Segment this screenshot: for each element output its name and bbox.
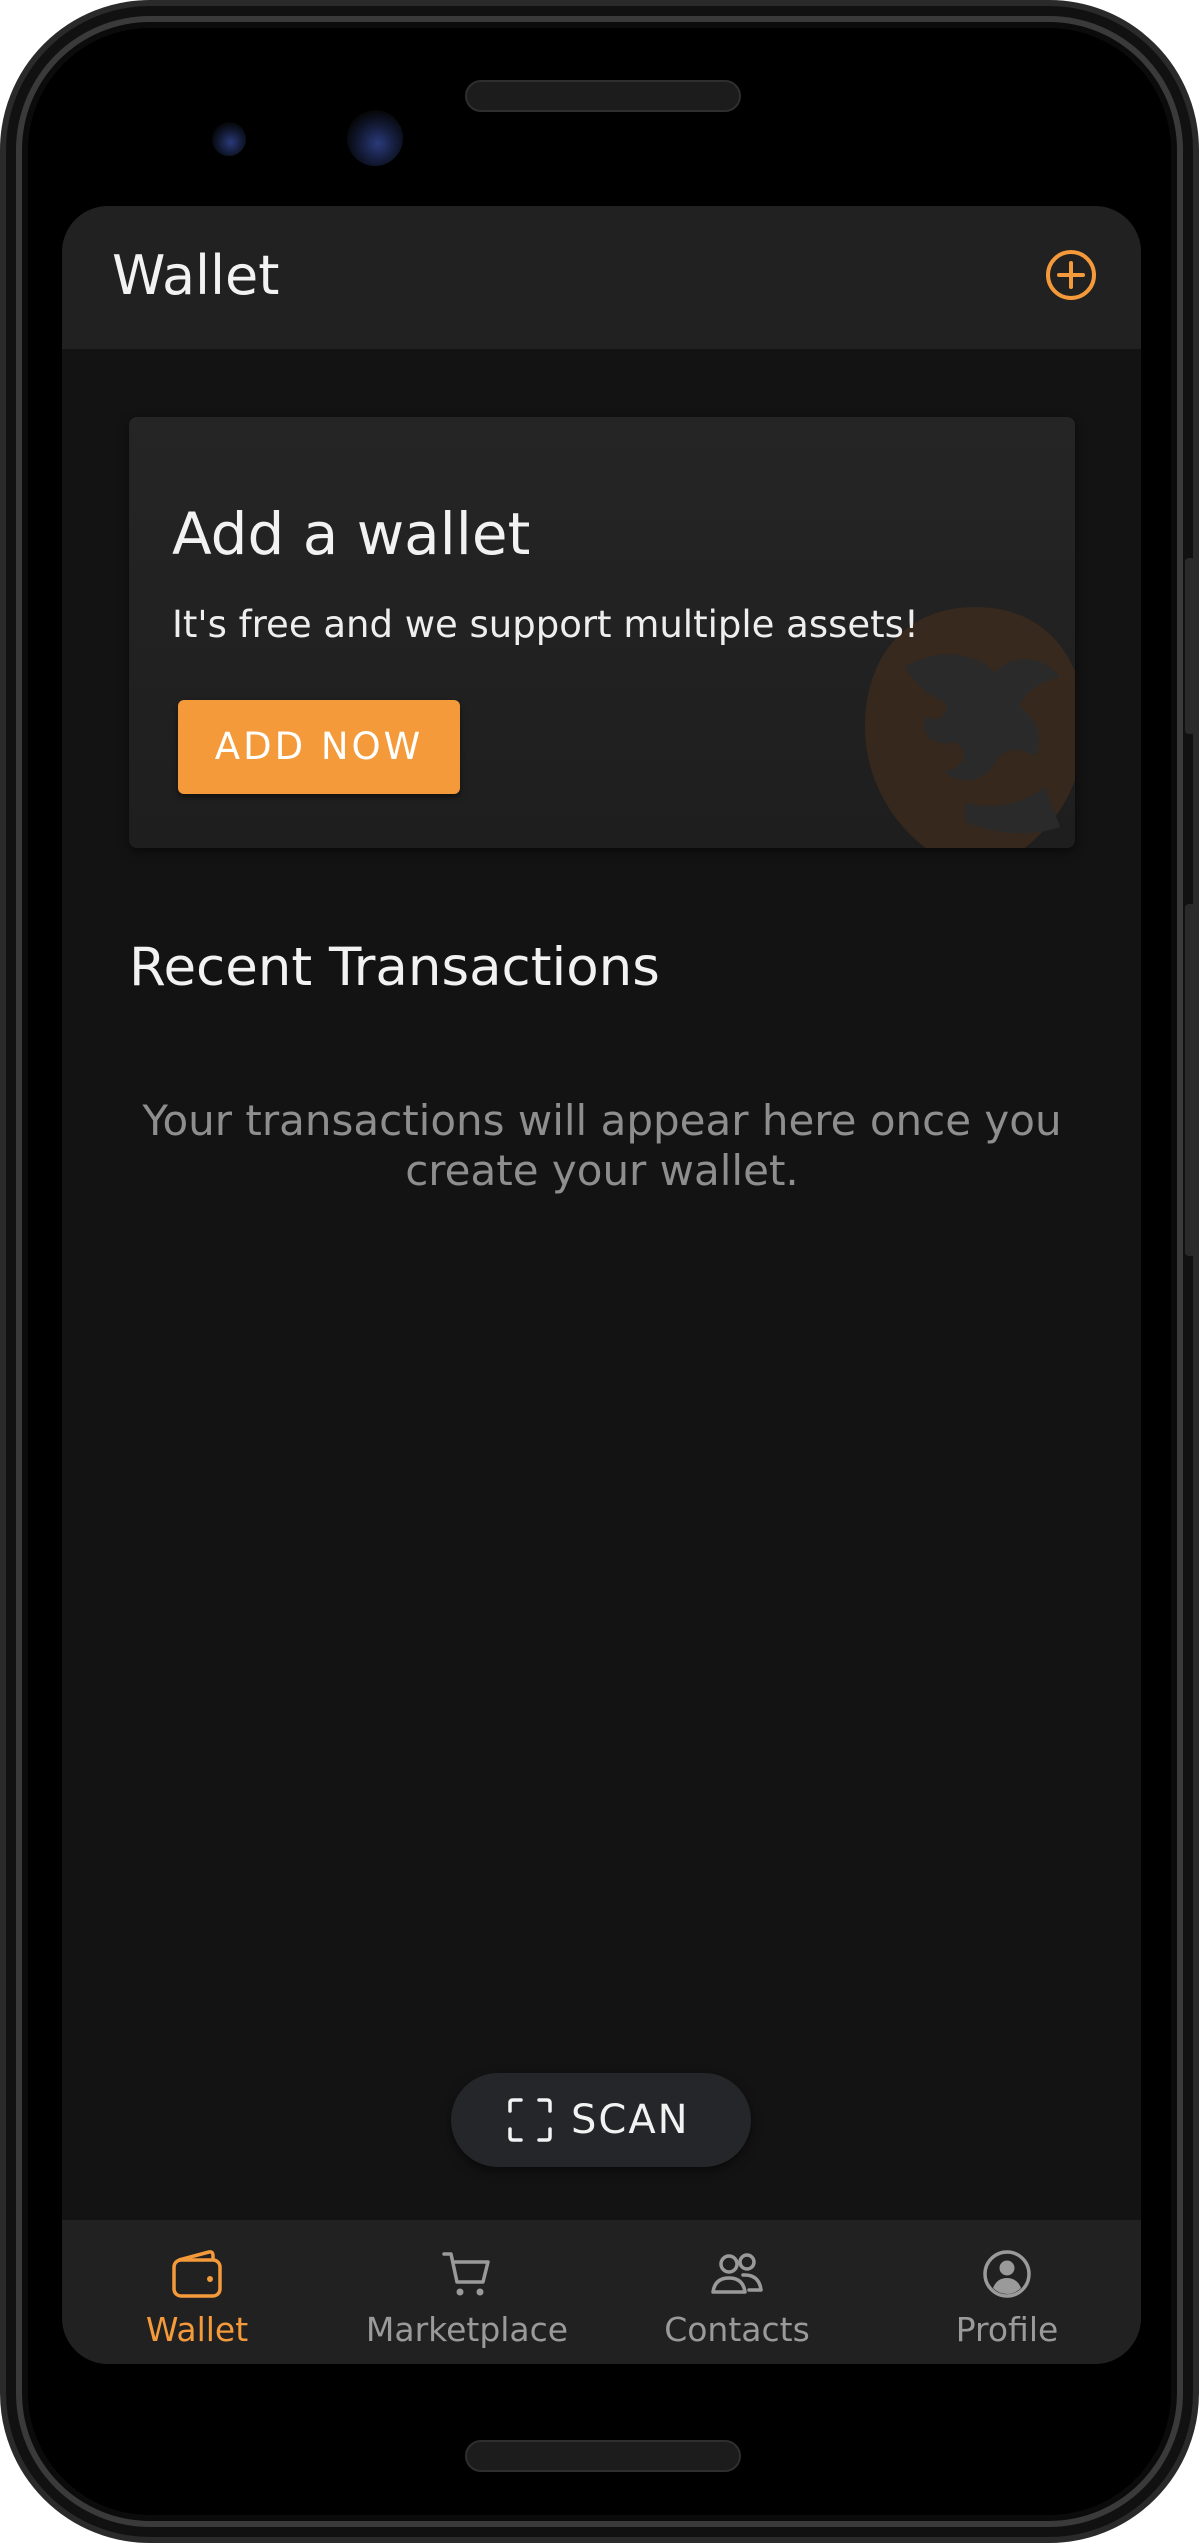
bottom-speaker [465,2440,741,2472]
app-screen: Wallet Add a wallet It's free and we sup… [62,206,1141,2364]
cart-icon [442,2252,490,2296]
recent-transactions-title: Recent Transactions [129,937,660,998]
phone-frame: Wallet Add a wallet It's free and we sup… [0,0,1199,2543]
add-wallet-card: Add a wallet It's free and we support mu… [129,417,1075,848]
transactions-empty-message: Your transactions will appear here once … [142,1096,1062,1195]
add-circle-icon[interactable] [1044,248,1098,302]
scan-label: SCAN [571,2097,690,2143]
nav-label-profile: Profile [955,2310,1059,2349]
volume-button [1185,904,1195,1256]
wallet-icon [172,2250,222,2298]
contacts-icon [711,2253,763,2294]
profile-icon [983,2250,1031,2298]
page-title: Wallet [112,244,280,307]
nav-item-wallet[interactable]: Wallet [62,2220,332,2364]
scan-frame-icon [508,2098,552,2142]
nav-label-wallet: Wallet [145,2310,249,2349]
bottom-navigation: Wallet Marketplace Contacts Profile [62,2220,1141,2364]
top-speaker [465,80,741,112]
nav-label-marketplace: Marketplace [365,2310,569,2349]
promo-subtitle: It's free and we support multiple assets… [172,603,919,646]
front-camera [347,110,403,166]
nav-item-marketplace[interactable]: Marketplace [332,2220,602,2364]
power-button [1185,558,1195,734]
add-now-button[interactable]: ADD NOW [178,700,460,794]
nav-item-profile[interactable]: Profile [872,2220,1141,2364]
top-app-bar: Wallet [62,206,1141,349]
nav-label-contacts: Contacts [664,2310,810,2349]
front-sensor [212,122,246,156]
promo-title: Add a wallet [172,500,531,568]
scan-button[interactable]: SCAN [451,2073,751,2167]
nav-item-contacts[interactable]: Contacts [602,2220,872,2364]
